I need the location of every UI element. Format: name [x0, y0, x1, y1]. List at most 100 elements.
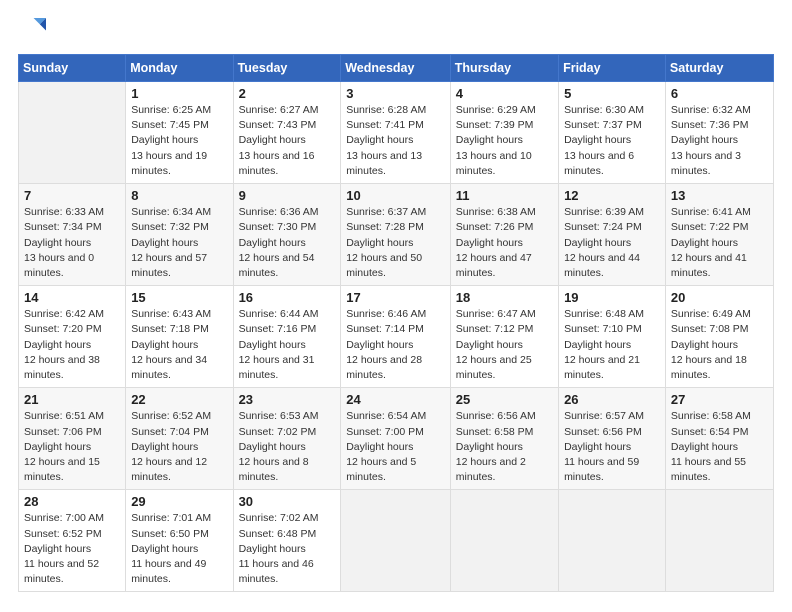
sunset-label: Sunset: — [24, 528, 60, 540]
day-number: 19 — [564, 290, 660, 305]
page: SundayMondayTuesdayWednesdayThursdayFrid… — [0, 0, 792, 612]
sunrise-label: Sunrise: — [239, 206, 278, 218]
sunset-label: Sunset: — [346, 119, 382, 131]
sunset-label: Sunset: — [131, 323, 167, 335]
calendar-cell — [341, 490, 451, 592]
calendar-cell: 25Sunrise: 6:56 AMSunset: 6:58 PMDayligh… — [450, 388, 558, 490]
sunset-label: Sunset: — [564, 119, 600, 131]
calendar-cell: 11Sunrise: 6:38 AMSunset: 7:26 PMDayligh… — [450, 184, 558, 286]
calendar-cell: 6Sunrise: 6:32 AMSunset: 7:36 PMDaylight… — [665, 82, 773, 184]
daylight-label: Daylight hours — [131, 237, 198, 249]
sunrise-label: Sunrise: — [564, 104, 603, 116]
daylight-label: Daylight hours — [564, 134, 631, 146]
daylight-label: Daylight hours — [346, 339, 413, 351]
day-number: 5 — [564, 86, 660, 101]
sunrise-label: Sunrise: — [131, 512, 170, 524]
sunrise-label: Sunrise: — [564, 308, 603, 320]
day-info: Sunrise: 6:52 AMSunset: 7:04 PMDaylight … — [131, 409, 227, 485]
calendar-cell: 17Sunrise: 6:46 AMSunset: 7:14 PMDayligh… — [341, 286, 451, 388]
logo-icon — [18, 18, 46, 46]
sunrise-label: Sunrise: — [239, 308, 278, 320]
calendar-cell: 8Sunrise: 6:34 AMSunset: 7:32 PMDaylight… — [126, 184, 233, 286]
day-number: 26 — [564, 392, 660, 407]
daylight-label: Daylight hours — [456, 134, 523, 146]
sunset-label: Sunset: — [239, 426, 275, 438]
calendar-cell: 30 Sunrise: 7:02 AMSunset: 6:48 PMDayligh… — [233, 490, 341, 592]
calendar-cell — [450, 490, 558, 592]
day-info: Sunrise: 7:01 AMSunset: 6:50 PMDaylight … — [131, 511, 227, 587]
day-info: Sunrise: 6:30 AMSunset: 7:37 PMDaylight … — [564, 103, 660, 179]
day-number: 14 — [24, 290, 120, 305]
day-number: 1 — [131, 86, 227, 101]
sunset-label: Sunset: — [24, 221, 60, 233]
calendar-week-row: 7Sunrise: 6:33 AMSunset: 7:34 PMDaylight… — [19, 184, 774, 286]
daylight-label: Daylight hours — [564, 237, 631, 249]
day-number: 29 — [131, 494, 227, 509]
daylight-label: Daylight hours — [24, 237, 91, 249]
calendar-cell: 14Sunrise: 6:42 AMSunset: 7:20 PMDayligh… — [19, 286, 126, 388]
day-number: 6 — [671, 86, 768, 101]
day-number: 20 — [671, 290, 768, 305]
sunset-label: Sunset: — [346, 426, 382, 438]
day-info: Sunrise: 6:28 AMSunset: 7:41 PMDaylight … — [346, 103, 445, 179]
sunset-label: Sunset: — [239, 119, 275, 131]
sunset-label: Sunset: — [671, 323, 707, 335]
calendar-cell: 21Sunrise: 6:51 AMSunset: 7:06 PMDayligh… — [19, 388, 126, 490]
day-number: 24 — [346, 392, 445, 407]
day-info: Sunrise: 6:48 AMSunset: 7:10 PMDaylight … — [564, 307, 660, 383]
weekday-header-monday: Monday — [126, 55, 233, 82]
sunrise-label: Sunrise: — [671, 104, 710, 116]
day-number: 2 — [239, 86, 336, 101]
day-number: 18 — [456, 290, 553, 305]
weekday-header-tuesday: Tuesday — [233, 55, 341, 82]
calendar-cell: 22Sunrise: 6:52 AMSunset: 7:04 PMDayligh… — [126, 388, 233, 490]
calendar-cell: 5 Sunrise: 6:30 AMSunset: 7:37 PMDaylight… — [559, 82, 666, 184]
sunrise-label: Sunrise: — [346, 104, 385, 116]
daylight-label: Daylight hours — [456, 441, 523, 453]
sunrise-label: Sunrise: — [239, 104, 278, 116]
day-number: 9 — [239, 188, 336, 203]
day-info: Sunrise: 6:38 AMSunset: 7:26 PMDaylight … — [456, 205, 553, 281]
day-info: Sunrise: 6:27 AMSunset: 7:43 PMDaylight … — [239, 103, 336, 179]
calendar-cell: 26Sunrise: 6:57 AMSunset: 6:56 PMDayligh… — [559, 388, 666, 490]
calendar-cell: 3 Sunrise: 6:28 AMSunset: 7:41 PMDaylight… — [341, 82, 451, 184]
sunrise-label: Sunrise: — [671, 206, 710, 218]
sunset-label: Sunset: — [671, 119, 707, 131]
day-info: Sunrise: 6:56 AMSunset: 6:58 PMDaylight … — [456, 409, 553, 485]
daylight-label: Daylight hours — [671, 134, 738, 146]
sunset-label: Sunset: — [456, 426, 492, 438]
day-number: 4 — [456, 86, 553, 101]
daylight-label: Daylight hours — [24, 339, 91, 351]
day-info: Sunrise: 6:39 AMSunset: 7:24 PMDaylight … — [564, 205, 660, 281]
calendar-cell: 10 Sunrise: 6:37 AMSunset: 7:28 PMDayligh… — [341, 184, 451, 286]
sunrise-label: Sunrise: — [239, 410, 278, 422]
sunrise-label: Sunrise: — [346, 308, 385, 320]
sunset-label: Sunset: — [564, 221, 600, 233]
sunset-label: Sunset: — [456, 221, 492, 233]
sunset-label: Sunset: — [239, 528, 275, 540]
day-info: Sunrise: 6:25 AMSunset: 7:45 PMDaylight … — [131, 103, 227, 179]
calendar-cell: 13Sunrise: 6:41 AMSunset: 7:22 PMDayligh… — [665, 184, 773, 286]
daylight-label: Daylight hours — [131, 339, 198, 351]
calendar-cell — [559, 490, 666, 592]
day-info: Sunrise: 7:02 AMSunset: 6:48 PMDaylight … — [239, 511, 336, 587]
day-info: Sunrise: 6:37 AMSunset: 7:28 PMDaylight … — [346, 205, 445, 281]
sunset-label: Sunset: — [564, 426, 600, 438]
sunrise-label: Sunrise: — [239, 512, 278, 524]
daylight-label: Daylight hours — [239, 543, 306, 555]
sunset-label: Sunset: — [239, 323, 275, 335]
day-number: 21 — [24, 392, 120, 407]
sunset-label: Sunset: — [346, 323, 382, 335]
day-number: 10 — [346, 188, 445, 203]
sunrise-label: Sunrise: — [131, 308, 170, 320]
day-info: Sunrise: 6:53 AMSunset: 7:02 PMDaylight … — [239, 409, 336, 485]
daylight-label: Daylight hours — [456, 237, 523, 249]
day-number: 30 — [239, 494, 336, 509]
sunset-label: Sunset: — [456, 119, 492, 131]
sunset-label: Sunset: — [24, 323, 60, 335]
day-number: 3 — [346, 86, 445, 101]
day-info: Sunrise: 6:54 AMSunset: 7:00 PMDaylight … — [346, 409, 445, 485]
sunrise-label: Sunrise: — [456, 206, 495, 218]
day-number: 28 — [24, 494, 120, 509]
sunrise-label: Sunrise: — [24, 410, 63, 422]
